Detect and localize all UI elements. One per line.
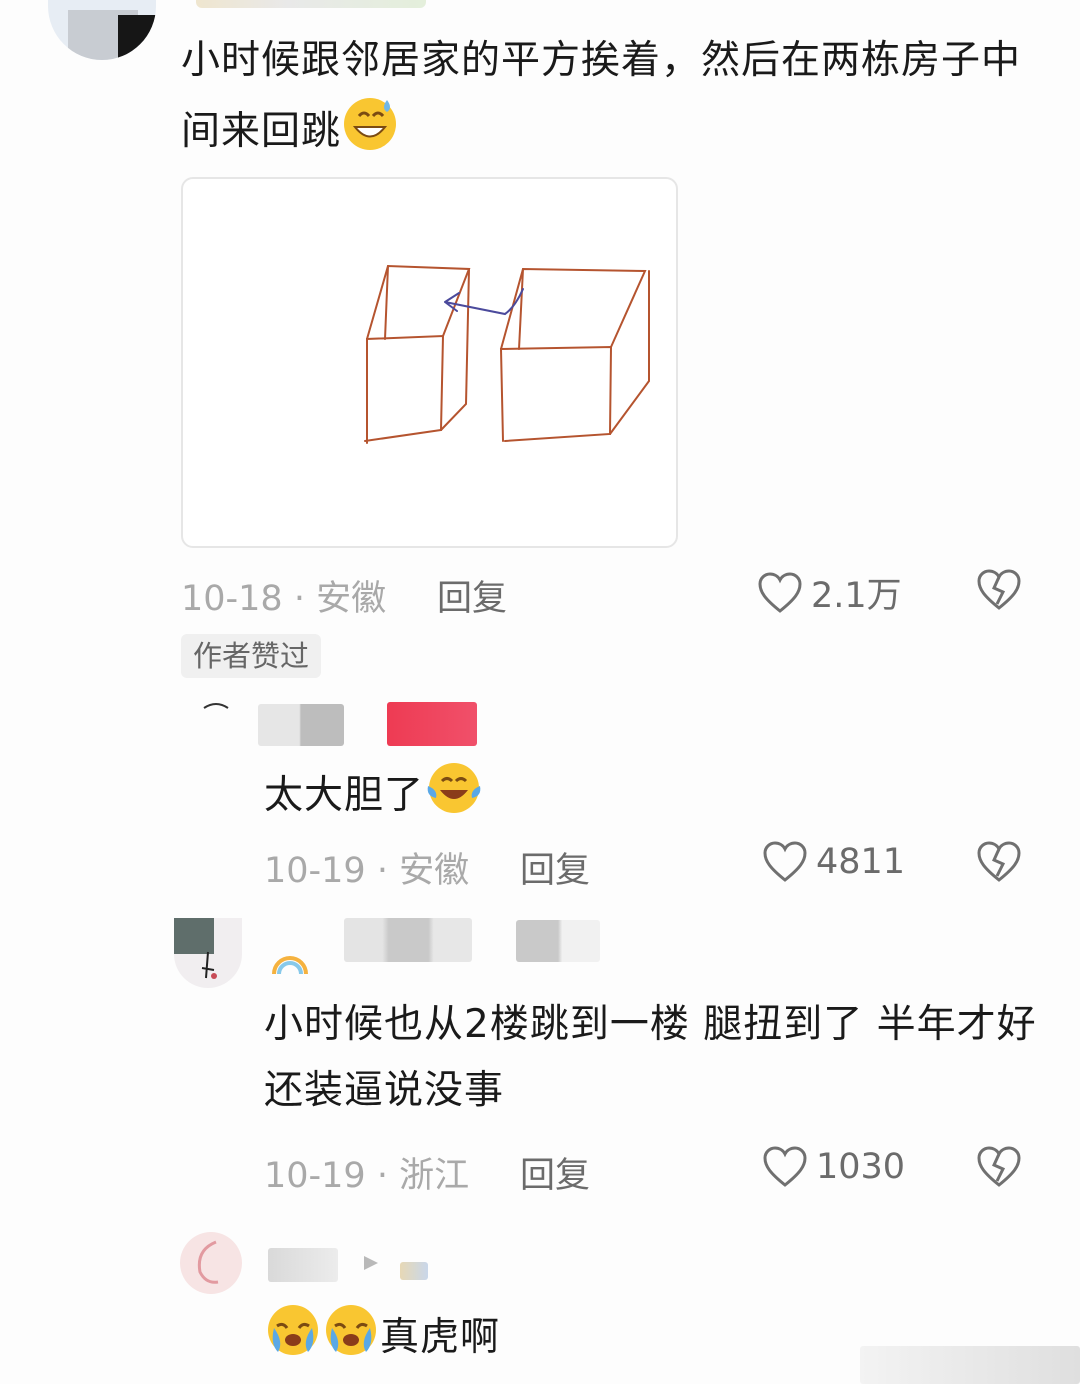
watermark-blurred	[860, 1346, 1080, 1384]
comment-meta: 10-19 · 安徽	[264, 851, 470, 891]
like-button[interactable]: 1030	[762, 1145, 905, 1189]
dislike-button[interactable]	[976, 1145, 1022, 1193]
comment-text: 小时候跟邻居家的平方挨着，然后在两栋房子中间来回跳	[181, 28, 1021, 173]
like-button[interactable]: 2.1万	[757, 567, 902, 618]
avatar[interactable]	[184, 694, 246, 724]
heart-icon	[763, 1146, 807, 1187]
heart-icon	[758, 571, 802, 613]
sketch-strokes	[364, 264, 650, 444]
username-blurred	[196, 0, 426, 8]
reply-button[interactable]: 回复	[520, 842, 590, 893]
dislike-button[interactable]	[976, 568, 1022, 616]
username-blurred	[258, 704, 344, 746]
like-button[interactable]: 4811	[762, 840, 905, 884]
crying-face-emoji	[322, 1300, 380, 1379]
reply-button[interactable]: 回复	[520, 1147, 590, 1198]
like-count: 4811	[816, 842, 906, 882]
author-liked-badge: 作者赞过	[181, 634, 322, 678]
user-tag-blurred	[387, 702, 477, 746]
badge-icon-blurred	[400, 1262, 428, 1280]
heart-icon	[763, 841, 807, 882]
username-blurred	[344, 918, 472, 962]
like-count: 2.1万	[811, 576, 902, 616]
comment-meta: 10-19 · 浙江	[264, 1156, 470, 1196]
comment-text: 真虎啊	[264, 1300, 964, 1379]
reply-button[interactable]: 回复	[437, 570, 507, 621]
tears-of-joy-emoji	[424, 758, 484, 837]
broken-heart-icon	[977, 1146, 1021, 1187]
comment-text: 小时候也从2楼跳到一楼 腿扭到了 半年才好 还装逼说没事	[264, 1002, 1037, 1113]
play-icon	[362, 1254, 380, 1276]
avatar[interactable]	[174, 918, 242, 988]
broken-heart-icon	[977, 569, 1021, 610]
avatar[interactable]	[180, 1232, 242, 1294]
crying-face-emoji	[264, 1300, 322, 1379]
broken-heart-icon	[977, 841, 1021, 882]
comment-meta: 10-18 · 安徽	[181, 579, 387, 619]
comment-text: 太大胆了	[264, 758, 1024, 837]
username-blurred	[268, 1248, 338, 1282]
houses-sketch	[364, 264, 650, 444]
user-tag-blurred	[516, 920, 600, 962]
like-count: 1030	[816, 1147, 906, 1187]
avatar[interactable]	[48, 0, 156, 60]
grinning-sweat-emoji	[341, 94, 399, 173]
rainbow-icon	[270, 944, 310, 984]
drawing-image[interactable]	[181, 177, 678, 548]
dislike-button[interactable]	[976, 840, 1022, 888]
